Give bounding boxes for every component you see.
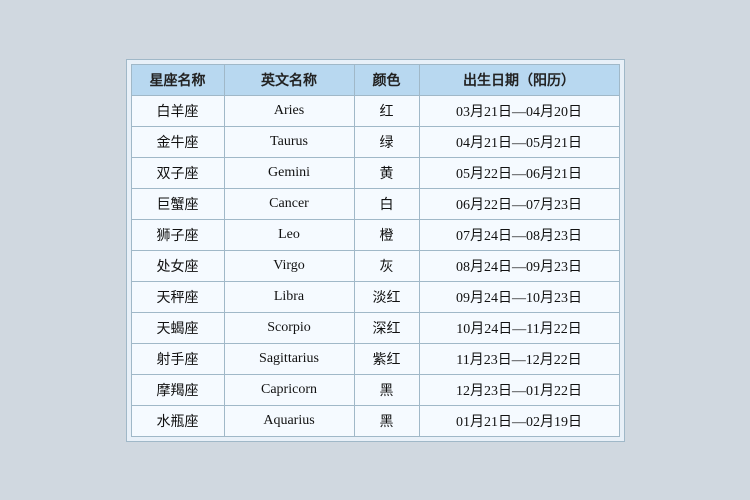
cell-color: 淡红: [354, 281, 419, 312]
cell-date: 01月21日—02月19日: [419, 405, 619, 436]
cell-cn: 金牛座: [131, 126, 224, 157]
cell-cn: 白羊座: [131, 95, 224, 126]
table-row: 天秤座Libra淡红09月24日—10月23日: [131, 281, 619, 312]
table-row: 白羊座Aries红03月21日—04月20日: [131, 95, 619, 126]
cell-color: 白: [354, 188, 419, 219]
table-row: 天蝎座Scorpio深红10月24日—11月22日: [131, 312, 619, 343]
header-date: 出生日期（阳历）: [419, 64, 619, 95]
cell-color: 黑: [354, 405, 419, 436]
table-header-row: 星座名称 英文名称 颜色 出生日期（阳历）: [131, 64, 619, 95]
cell-color: 深红: [354, 312, 419, 343]
table-row: 双子座Gemini黄05月22日—06月21日: [131, 157, 619, 188]
cell-cn: 摩羯座: [131, 374, 224, 405]
cell-date: 12月23日—01月22日: [419, 374, 619, 405]
table-row: 水瓶座Aquarius黑01月21日—02月19日: [131, 405, 619, 436]
cell-cn: 巨蟹座: [131, 188, 224, 219]
header-en: 英文名称: [224, 64, 354, 95]
cell-color: 红: [354, 95, 419, 126]
table-body: 白羊座Aries红03月21日—04月20日金牛座Taurus绿04月21日—0…: [131, 95, 619, 436]
header-color: 颜色: [354, 64, 419, 95]
cell-cn: 射手座: [131, 343, 224, 374]
cell-color: 黄: [354, 157, 419, 188]
table-row: 射手座Sagittarius紫红11月23日—12月22日: [131, 343, 619, 374]
cell-color: 黑: [354, 374, 419, 405]
cell-en: Cancer: [224, 188, 354, 219]
cell-en: Taurus: [224, 126, 354, 157]
zodiac-table-container: 星座名称 英文名称 颜色 出生日期（阳历） 白羊座Aries红03月21日—04…: [126, 59, 625, 442]
cell-en: Aries: [224, 95, 354, 126]
cell-date: 08月24日—09月23日: [419, 250, 619, 281]
table-row: 处女座Virgo灰08月24日—09月23日: [131, 250, 619, 281]
cell-date: 09月24日—10月23日: [419, 281, 619, 312]
cell-date: 03月21日—04月20日: [419, 95, 619, 126]
cell-en: Leo: [224, 219, 354, 250]
header-cn: 星座名称: [131, 64, 224, 95]
table-row: 狮子座Leo橙07月24日—08月23日: [131, 219, 619, 250]
table-row: 摩羯座Capricorn黑12月23日—01月22日: [131, 374, 619, 405]
cell-cn: 双子座: [131, 157, 224, 188]
cell-en: Virgo: [224, 250, 354, 281]
cell-cn: 天蝎座: [131, 312, 224, 343]
cell-date: 04月21日—05月21日: [419, 126, 619, 157]
cell-date: 10月24日—11月22日: [419, 312, 619, 343]
cell-date: 05月22日—06月21日: [419, 157, 619, 188]
cell-en: Capricorn: [224, 374, 354, 405]
zodiac-table: 星座名称 英文名称 颜色 出生日期（阳历） 白羊座Aries红03月21日—04…: [131, 64, 620, 437]
cell-en: Gemini: [224, 157, 354, 188]
cell-en: Sagittarius: [224, 343, 354, 374]
cell-en: Scorpio: [224, 312, 354, 343]
cell-color: 紫红: [354, 343, 419, 374]
cell-date: 06月22日—07月23日: [419, 188, 619, 219]
cell-cn: 天秤座: [131, 281, 224, 312]
cell-en: Aquarius: [224, 405, 354, 436]
cell-en: Libra: [224, 281, 354, 312]
table-row: 巨蟹座Cancer白06月22日—07月23日: [131, 188, 619, 219]
cell-cn: 处女座: [131, 250, 224, 281]
cell-color: 绿: [354, 126, 419, 157]
cell-date: 11月23日—12月22日: [419, 343, 619, 374]
cell-color: 灰: [354, 250, 419, 281]
cell-date: 07月24日—08月23日: [419, 219, 619, 250]
cell-color: 橙: [354, 219, 419, 250]
table-row: 金牛座Taurus绿04月21日—05月21日: [131, 126, 619, 157]
cell-cn: 水瓶座: [131, 405, 224, 436]
cell-cn: 狮子座: [131, 219, 224, 250]
